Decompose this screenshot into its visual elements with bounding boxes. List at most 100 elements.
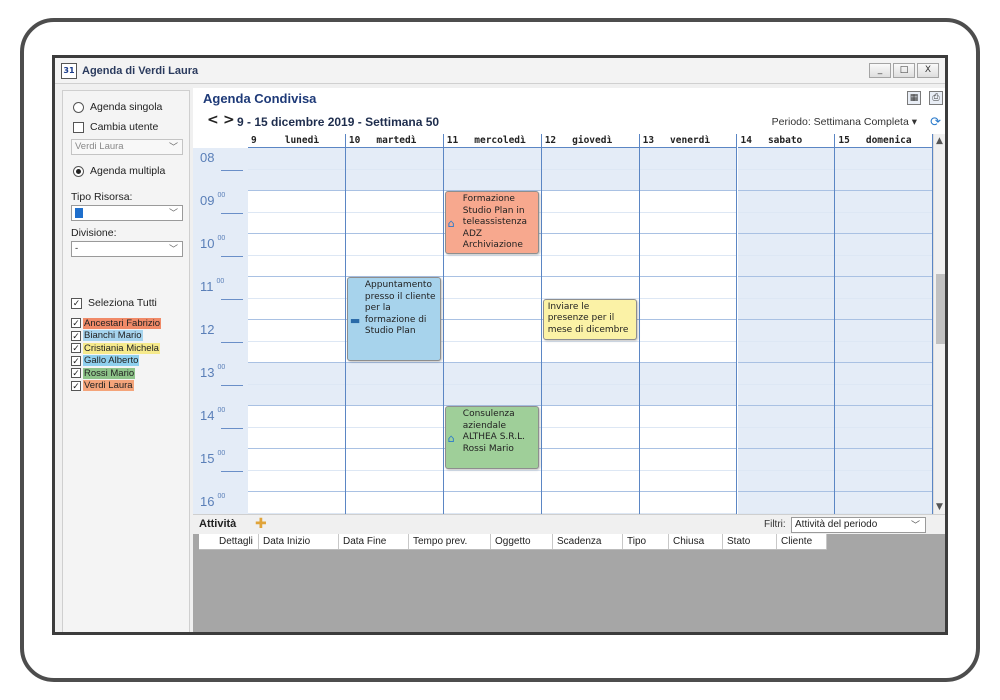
divisione-select[interactable]: - ﹀: [71, 241, 183, 257]
time-slot[interactable]: [737, 298, 835, 320]
resource-item[interactable]: ✓ Gallo Alberto: [71, 355, 161, 368]
tipo-risorsa-select[interactable]: ﹀: [71, 205, 183, 221]
time-slot[interactable]: [835, 169, 933, 191]
time-slot[interactable]: [835, 255, 933, 277]
day-header[interactable]: 13 venerdì: [639, 134, 738, 148]
resource-item[interactable]: ✓ Rossi Mario: [71, 367, 161, 380]
column-header[interactable]: Oggetto: [491, 534, 553, 549]
day-header[interactable]: 15 domenica: [835, 134, 933, 148]
resource-checkbox[interactable]: ✓: [71, 355, 81, 366]
time-slot[interactable]: [737, 449, 835, 471]
calendar-event[interactable]: ⌂ Consulenza aziendale ALTHEA S.R.L. Ross…: [444, 406, 539, 469]
time-slot[interactable]: [737, 341, 835, 363]
time-slot[interactable]: [639, 320, 737, 342]
time-slot[interactable]: [345, 492, 443, 514]
time-slot[interactable]: [835, 320, 933, 342]
resource-item[interactable]: ✓ Verdi Laura: [71, 380, 161, 393]
time-slot[interactable]: [541, 191, 639, 213]
column-header[interactable]: Scadenza: [553, 534, 623, 549]
time-slot[interactable]: [443, 341, 541, 363]
agenda-singola-option[interactable]: Agenda singola: [73, 101, 162, 113]
time-slot[interactable]: [639, 427, 737, 449]
time-slot[interactable]: [541, 255, 639, 277]
time-slot[interactable]: [345, 212, 443, 234]
day-header[interactable]: 10 martedì: [345, 134, 444, 148]
time-slot[interactable]: [248, 191, 345, 213]
time-slot[interactable]: [248, 277, 345, 299]
time-slot[interactable]: [345, 234, 443, 256]
time-slot[interactable]: [737, 320, 835, 342]
time-slot[interactable]: [639, 234, 737, 256]
resource-item[interactable]: ✓ Bianchi Mario: [71, 330, 161, 343]
time-slot[interactable]: [248, 234, 345, 256]
time-slot[interactable]: [248, 148, 345, 170]
time-slot[interactable]: [443, 363, 541, 385]
time-slot[interactable]: [737, 148, 835, 170]
time-slot[interactable]: [345, 148, 443, 170]
time-slot[interactable]: [835, 427, 933, 449]
time-slot[interactable]: [248, 384, 345, 406]
time-slot[interactable]: [345, 406, 443, 428]
time-slot[interactable]: [443, 255, 541, 277]
time-slot[interactable]: [248, 406, 345, 428]
column-header[interactable]: Data Inizio: [259, 534, 339, 549]
time-slot[interactable]: [541, 212, 639, 234]
time-slot[interactable]: [639, 191, 737, 213]
time-slot[interactable]: [835, 363, 933, 385]
agenda-singola-radio[interactable]: [73, 101, 84, 113]
time-slot[interactable]: [443, 298, 541, 320]
calendar-event[interactable]: ▬ Appuntamento presso il cliente per la f…: [346, 277, 441, 361]
time-slot[interactable]: [541, 363, 639, 385]
agenda-multipla-radio[interactable]: [73, 165, 84, 177]
time-slot[interactable]: [639, 255, 737, 277]
column-header[interactable]: Dettagli: [199, 534, 259, 549]
time-slot[interactable]: [737, 191, 835, 213]
time-slot[interactable]: [541, 470, 639, 492]
time-slot[interactable]: [737, 212, 835, 234]
day-column[interactable]: [737, 148, 836, 514]
periodo-select[interactable]: Periodo: Settimana Completa ▾: [772, 116, 917, 128]
time-slot[interactable]: [639, 277, 737, 299]
calendar-event[interactable]: ⌂ Formazione Studio Plan in teleassistenz…: [444, 191, 539, 254]
calendar-scrollbar[interactable]: ▲ ▼: [933, 134, 945, 514]
time-slot[interactable]: [248, 363, 345, 385]
resource-checkbox[interactable]: ✓: [71, 343, 81, 354]
time-slot[interactable]: [541, 406, 639, 428]
time-slot[interactable]: [737, 255, 835, 277]
time-slot[interactable]: [639, 470, 737, 492]
time-slot[interactable]: [737, 470, 835, 492]
time-slot[interactable]: [443, 169, 541, 191]
time-slot[interactable]: [345, 470, 443, 492]
time-slot[interactable]: [639, 363, 737, 385]
minimize-button[interactable]: _: [869, 63, 891, 78]
time-slot[interactable]: [639, 449, 737, 471]
time-slot[interactable]: [639, 492, 737, 514]
scroll-down-icon[interactable]: ▼: [936, 502, 943, 512]
time-slot[interactable]: [737, 363, 835, 385]
time-slot[interactable]: [345, 191, 443, 213]
time-slot[interactable]: [639, 298, 737, 320]
time-slot[interactable]: [737, 384, 835, 406]
time-slot[interactable]: [541, 427, 639, 449]
time-slot[interactable]: [541, 341, 639, 363]
day-header[interactable]: 9 lunedì: [248, 134, 346, 148]
time-slot[interactable]: [345, 427, 443, 449]
refresh-icon[interactable]: ⟳: [930, 115, 941, 130]
column-header[interactable]: Stato: [723, 534, 777, 549]
time-slot[interactable]: [835, 148, 933, 170]
time-slot[interactable]: [248, 427, 345, 449]
time-slot[interactable]: [737, 277, 835, 299]
time-slot[interactable]: [737, 234, 835, 256]
time-slot[interactable]: [443, 492, 541, 514]
time-slot[interactable]: [443, 320, 541, 342]
next-week-button[interactable]: >: [223, 112, 235, 128]
time-slot[interactable]: [835, 212, 933, 234]
time-slot[interactable]: [737, 169, 835, 191]
time-slot[interactable]: [835, 277, 933, 299]
time-slot[interactable]: [248, 449, 345, 471]
day-header[interactable]: 14 sabato: [737, 134, 836, 148]
time-slot[interactable]: [248, 169, 345, 191]
time-slot[interactable]: [345, 363, 443, 385]
day-header[interactable]: 12 giovedì: [541, 134, 640, 148]
time-slot[interactable]: [443, 384, 541, 406]
